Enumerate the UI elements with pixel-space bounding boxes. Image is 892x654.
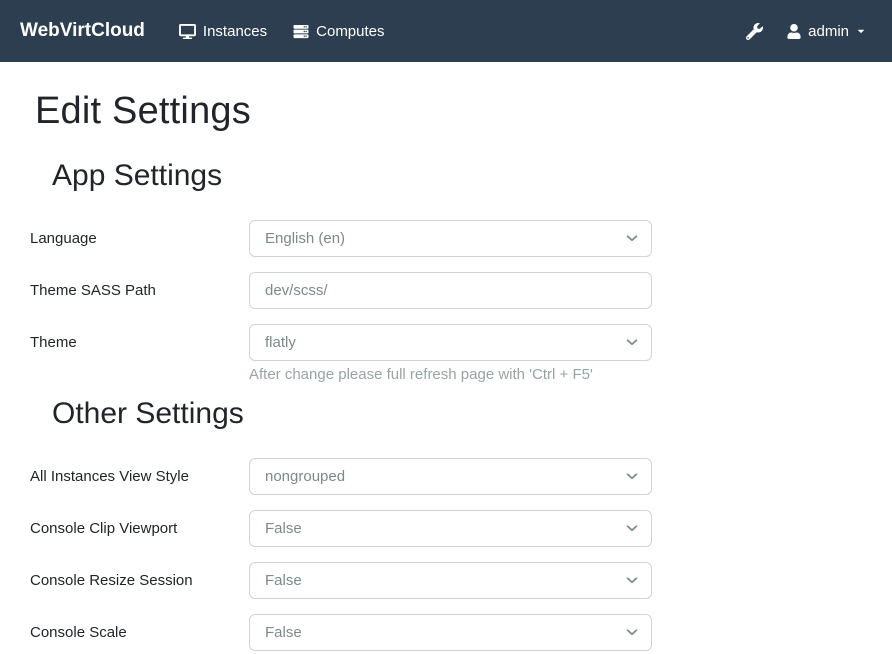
- brand-link[interactable]: WebVirtCloud: [20, 20, 145, 42]
- form-row-console-resize-session: Console Resize SessionFalse: [30, 562, 862, 599]
- settings-form: App SettingsLanguageEnglish (en)Theme SA…: [30, 158, 862, 651]
- caret-down-icon: [856, 26, 866, 36]
- nav-item-computes[interactable]: Computes: [293, 23, 384, 40]
- control-wrap: False: [249, 510, 652, 547]
- field-label-theme-sass-path: Theme SASS Path: [30, 272, 249, 309]
- console-clip-viewport-select[interactable]: False: [249, 510, 652, 547]
- user-icon: [787, 24, 801, 39]
- field-label-theme: Theme: [30, 324, 249, 361]
- page-title: Edit Settings: [35, 88, 862, 134]
- nav-item-label: Computes: [316, 23, 384, 40]
- user-menu[interactable]: admin: [787, 23, 866, 40]
- server-icon: [293, 24, 309, 39]
- control-wrap: nongrouped: [249, 458, 652, 495]
- nav-item-label: Instances: [203, 23, 267, 40]
- field-label-console-scale: Console Scale: [30, 614, 249, 651]
- field-label-language: Language: [30, 220, 249, 257]
- theme-sass-path-input[interactable]: [249, 272, 652, 309]
- nav-item-instances[interactable]: Instances: [179, 23, 267, 40]
- form-row-all-instances-view-style: All Instances View Stylenongrouped: [30, 458, 862, 495]
- language-select[interactable]: English (en): [249, 220, 652, 257]
- user-menu-label: admin: [808, 23, 849, 40]
- main-content: Edit Settings App Settings LanguageEnglis…: [0, 88, 892, 651]
- form-row-console-clip-viewport: Console Clip ViewportFalse: [30, 510, 862, 547]
- control-wrap: False: [249, 614, 652, 651]
- field-label-console-clip-viewport: Console Clip Viewport: [30, 510, 249, 547]
- navbar: WebVirtCloud Instances Computes admin: [0, 0, 892, 62]
- console-resize-session-select[interactable]: False: [249, 562, 652, 599]
- field-label-all-instances-view-style: All Instances View Style: [30, 458, 249, 495]
- all-instances-view-style-select[interactable]: nongrouped: [249, 458, 652, 495]
- form-row-theme: Themeflatly After change please full refr…: [30, 324, 862, 385]
- console-scale-select[interactable]: False: [249, 614, 652, 651]
- form-row-theme-sass-path: Theme SASS Path: [30, 272, 862, 309]
- field-help-theme: After change please full refresh page wi…: [249, 365, 652, 385]
- wrench-icon[interactable]: [746, 23, 763, 40]
- display-icon: [179, 24, 196, 39]
- form-row-language: LanguageEnglish (en): [30, 220, 862, 257]
- form-row-console-scale: Console ScaleFalse: [30, 614, 862, 651]
- field-label-console-resize-session: Console Resize Session: [30, 562, 249, 599]
- theme-select[interactable]: flatly: [249, 324, 652, 361]
- control-wrap: flatly After change please full refresh p…: [249, 324, 652, 385]
- control-wrap: English (en): [249, 220, 652, 257]
- control-wrap: False: [249, 562, 652, 599]
- navbar-right: admin: [746, 23, 866, 40]
- control-wrap: [249, 272, 652, 309]
- navbar-items: Instances Computes: [179, 23, 411, 40]
- section-title-other-settings: Other Settings: [52, 396, 862, 432]
- section-title-app-settings: App Settings: [52, 158, 862, 194]
